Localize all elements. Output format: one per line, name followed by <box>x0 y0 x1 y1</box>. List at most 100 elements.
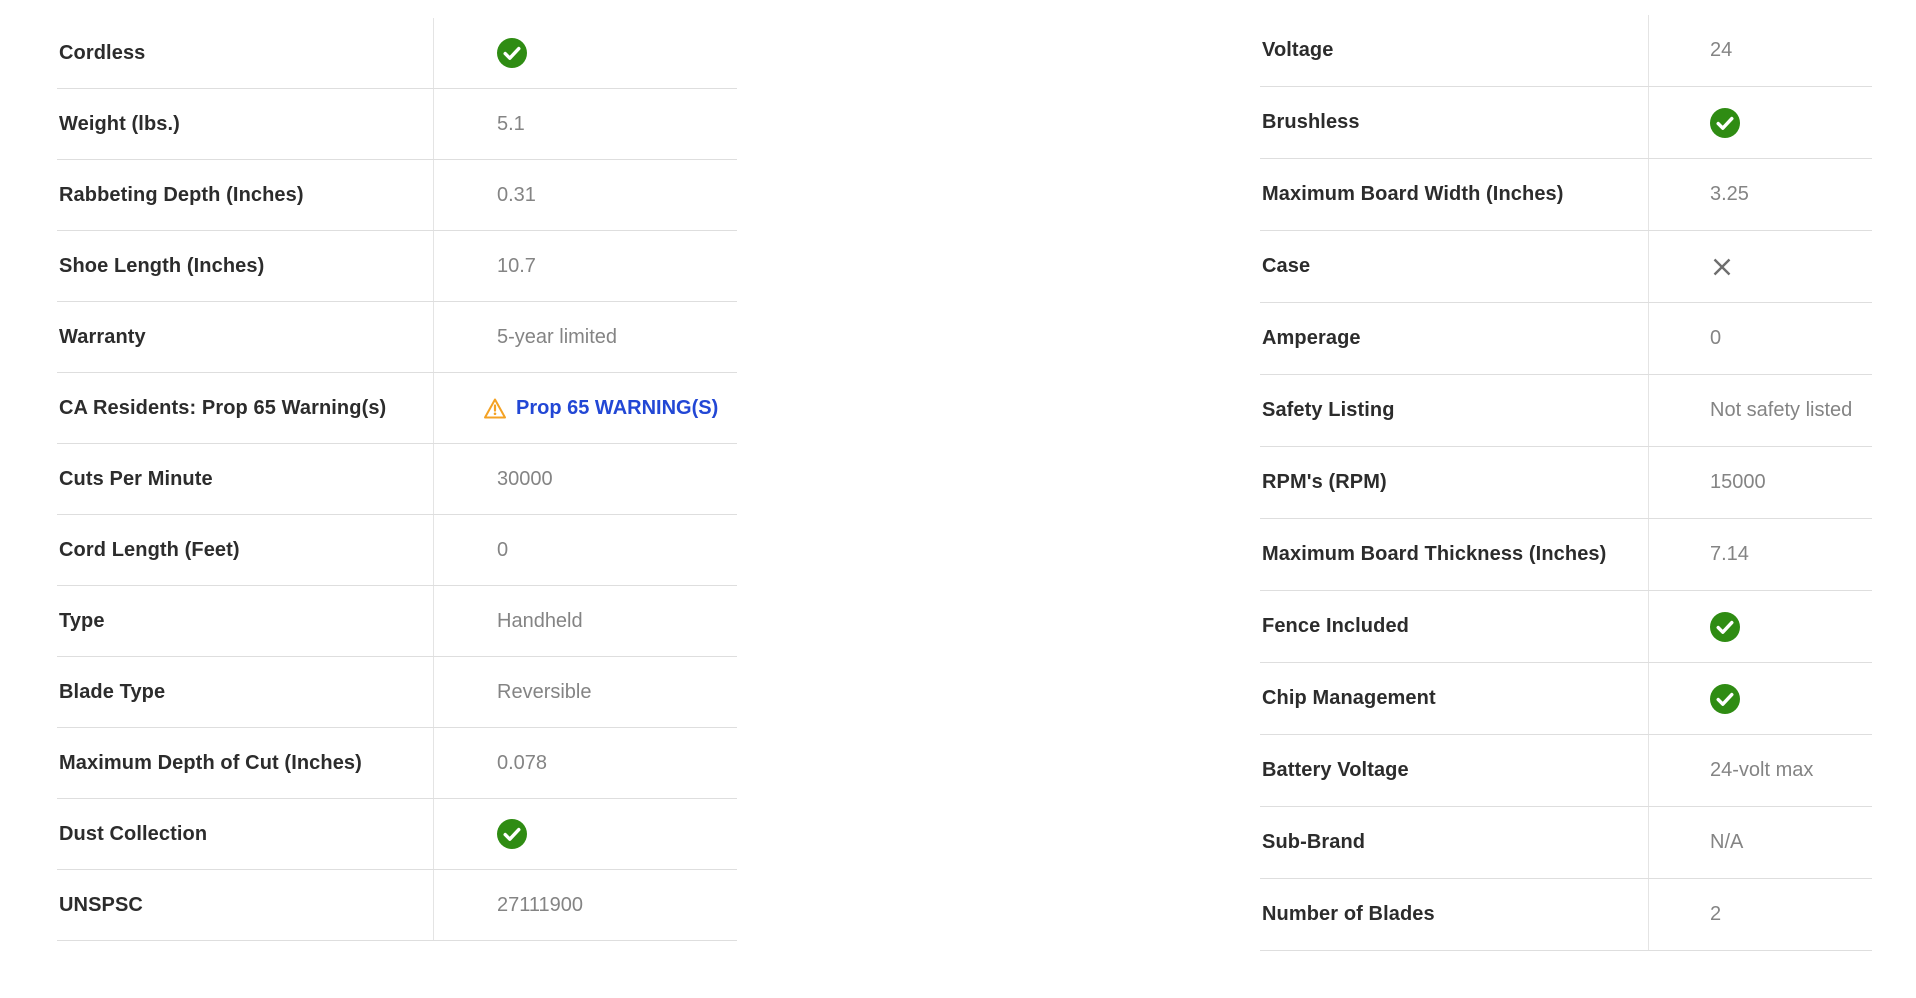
spec-label-cell: Maximum Depth of Cut (Inches) <box>57 728 434 798</box>
spec-label-cell: Shoe Length (Inches) <box>57 231 434 301</box>
spec-label-cell: Fence Included <box>1260 591 1649 662</box>
spec-value-cell <box>1649 87 1872 158</box>
spec-row: Maximum Depth of Cut (Inches) 0.078 <box>57 728 737 799</box>
spec-label-cell: Weight (lbs.) <box>57 89 434 159</box>
spec-value-cell: 3.25 <box>1649 159 1872 230</box>
spec-label: Type <box>59 610 105 633</box>
spec-value-cell: 10.7 <box>434 231 737 301</box>
spec-label: Safety Listing <box>1262 399 1395 422</box>
spec-label: Cuts Per Minute <box>59 468 213 491</box>
spec-value-cell: 24-volt max <box>1649 735 1872 806</box>
spec-value-cell: 5-year limited <box>434 302 737 372</box>
spec-row: Rabbeting Depth (Inches) 0.31 <box>57 160 737 231</box>
spec-row: Brushless <box>1260 87 1872 159</box>
spec-value-cell <box>1649 231 1872 302</box>
spec-value-cell: 5.1 <box>434 89 737 159</box>
spec-value-cell: 27111900 <box>434 870 737 940</box>
spec-value-cell: 0 <box>1649 303 1872 374</box>
spec-label: Brushless <box>1262 111 1360 134</box>
spec-label: Rabbeting Depth (Inches) <box>59 184 304 207</box>
spec-value: Not safety listed <box>1710 399 1852 422</box>
spec-value-cell <box>434 799 737 869</box>
spec-value: N/A <box>1710 831 1743 854</box>
spec-label: Fence Included <box>1262 615 1409 638</box>
spec-row: Shoe Length (Inches) 10.7 <box>57 231 737 302</box>
spec-label-cell: UNSPSC <box>57 870 434 940</box>
spec-row: UNSPSC 27111900 <box>57 870 737 941</box>
spec-value: Reversible <box>497 681 591 704</box>
spec-label-cell: Number of Blades <box>1260 879 1649 950</box>
spec-row: Maximum Board Width (Inches) 3.25 <box>1260 159 1872 231</box>
spec-label-cell: Blade Type <box>57 657 434 727</box>
spec-label-cell: Brushless <box>1260 87 1649 158</box>
spec-value: 24-volt max <box>1710 759 1813 782</box>
spec-label: Weight (lbs.) <box>59 113 180 136</box>
spec-value: 24 <box>1710 39 1732 62</box>
spec-label: Warranty <box>59 326 146 349</box>
spec-value-cell: Reversible <box>434 657 737 727</box>
spec-table-left: Cordless Weight (lbs.) 5.1 Rabbeting Dep… <box>57 18 737 941</box>
spec-label: CA Residents: Prop 65 Warning(s) <box>59 397 386 420</box>
spec-row: Amperage 0 <box>1260 303 1872 375</box>
spec-label-cell: Rabbeting Depth (Inches) <box>57 160 434 230</box>
spec-value-cell <box>1649 591 1872 662</box>
spec-label: Number of Blades <box>1262 903 1435 926</box>
spec-value: 0.078 <box>497 752 547 775</box>
spec-value-cell: N/A <box>1649 807 1872 878</box>
spec-value-cell: 0.31 <box>434 160 737 230</box>
spec-label: Battery Voltage <box>1262 759 1409 782</box>
spec-label-cell: Sub-Brand <box>1260 807 1649 878</box>
spec-value-cell: 15000 <box>1649 447 1872 518</box>
spec-row: Number of Blades 2 <box>1260 879 1872 951</box>
spec-label: Voltage <box>1262 39 1333 62</box>
spec-label-cell: Type <box>57 586 434 656</box>
spec-label-cell: Maximum Board Thickness (Inches) <box>1260 519 1649 590</box>
spec-label: Sub-Brand <box>1262 831 1365 854</box>
spec-value: 10.7 <box>497 255 536 278</box>
spec-value-cell: Prop 65 WARNING(S) <box>434 373 737 443</box>
spec-label-cell: Case <box>1260 231 1649 302</box>
spec-row: Type Handheld <box>57 586 737 657</box>
spec-value-cell: 0 <box>434 515 737 585</box>
spec-value-cell: Not safety listed <box>1649 375 1872 446</box>
spec-row: CA Residents: Prop 65 Warning(s) Prop 65… <box>57 373 737 444</box>
spec-value: 0 <box>497 539 508 562</box>
spec-value-cell <box>434 18 737 88</box>
spec-label-cell: Battery Voltage <box>1260 735 1649 806</box>
product-specifications-page: { "colors": { "label": "#2c2c2c", "value… <box>0 0 1916 998</box>
spec-value: 0.31 <box>497 184 536 207</box>
spec-value: 7.14 <box>1710 543 1749 566</box>
prop65-warning: Prop 65 WARNING(S) <box>483 397 718 420</box>
spec-table-right: Voltage 24 Brushless Maximum Board Width… <box>1260 15 1872 951</box>
check-circle-icon <box>497 38 527 68</box>
spec-label: RPM's (RPM) <box>1262 471 1387 494</box>
spec-label: Dust Collection <box>59 823 207 846</box>
spec-label-cell: CA Residents: Prop 65 Warning(s) <box>57 373 434 443</box>
spec-row: Battery Voltage 24-volt max <box>1260 735 1872 807</box>
check-circle-icon <box>1710 612 1740 642</box>
spec-value-cell: Handheld <box>434 586 737 656</box>
spec-value-cell: 2 <box>1649 879 1872 950</box>
spec-value: 0 <box>1710 327 1721 350</box>
spec-label: Cordless <box>59 42 145 65</box>
spec-label-cell: Chip Management <box>1260 663 1649 734</box>
spec-value: 30000 <box>497 468 553 491</box>
spec-label-cell: Amperage <box>1260 303 1649 374</box>
spec-row: Maximum Board Thickness (Inches) 7.14 <box>1260 519 1872 591</box>
prop65-warning-link[interactable]: Prop 65 WARNING(S) <box>516 397 718 420</box>
spec-label: Case <box>1262 255 1310 278</box>
spec-label: Shoe Length (Inches) <box>59 255 264 278</box>
spec-row: Voltage 24 <box>1260 15 1872 87</box>
check-circle-icon <box>1710 684 1740 714</box>
spec-row: Weight (lbs.) 5.1 <box>57 89 737 160</box>
spec-row: Sub-Brand N/A <box>1260 807 1872 879</box>
spec-value: 27111900 <box>497 894 583 917</box>
spec-label: Maximum Depth of Cut (Inches) <box>59 752 362 775</box>
spec-label-cell: Dust Collection <box>57 799 434 869</box>
spec-label-cell: Maximum Board Width (Inches) <box>1260 159 1649 230</box>
spec-label: Maximum Board Width (Inches) <box>1262 183 1564 206</box>
check-circle-icon <box>497 819 527 849</box>
spec-label-cell: Cuts Per Minute <box>57 444 434 514</box>
spec-row: RPM's (RPM) 15000 <box>1260 447 1872 519</box>
spec-label-cell: Cord Length (Feet) <box>57 515 434 585</box>
